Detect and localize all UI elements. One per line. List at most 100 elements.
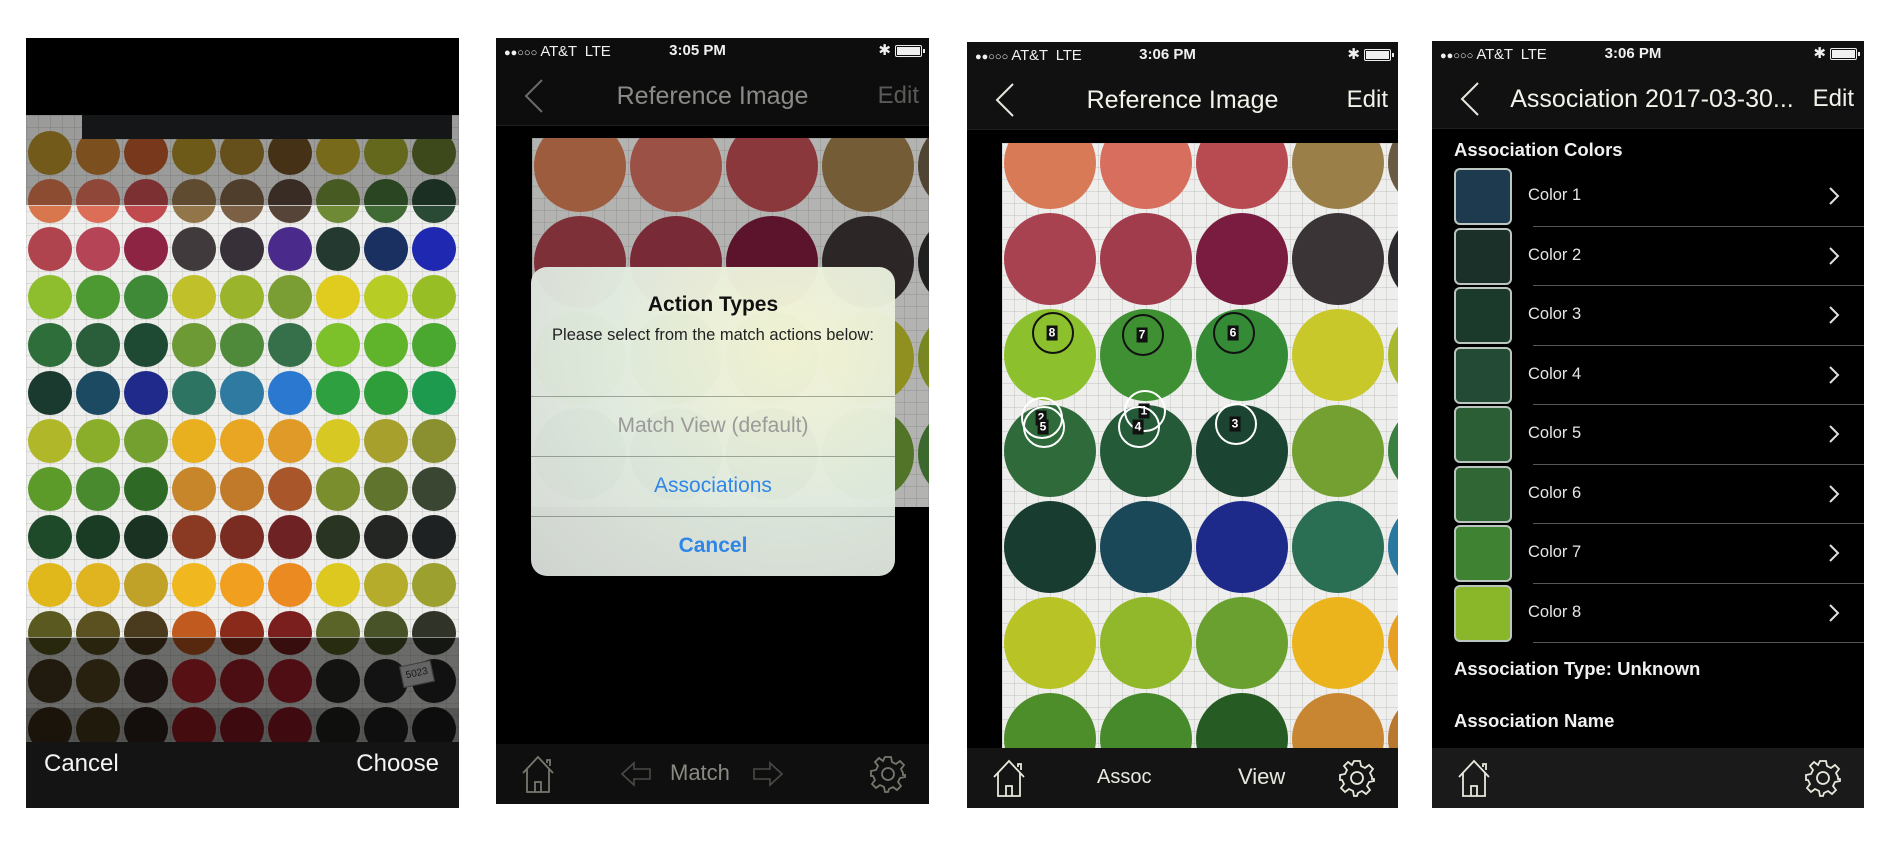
chevron-right-icon: [1829, 425, 1840, 443]
alert-cancel-button[interactable]: Cancel: [531, 516, 895, 576]
paint-swatch: [1004, 213, 1096, 305]
color-marker[interactable]: 8: [1032, 312, 1074, 354]
settings-gear-icon[interactable]: [1338, 759, 1376, 797]
next-arrow-icon[interactable]: [752, 761, 784, 787]
paint-swatch: [316, 563, 360, 607]
color-marker[interactable]: 6: [1213, 312, 1255, 354]
paint-swatch: [172, 227, 216, 271]
bottom-toolbar: Match: [496, 744, 929, 804]
color-row[interactable]: Color 1: [1432, 167, 1864, 227]
color-row[interactable]: Color 8: [1432, 584, 1864, 643]
color-marker[interactable]: 5: [1023, 406, 1065, 448]
paint-swatch: [124, 275, 168, 319]
marker-number: 4: [1132, 419, 1144, 435]
paint-swatch: [28, 227, 72, 271]
settings-gear-icon[interactable]: [869, 755, 907, 793]
color-row-label: Color 4: [1528, 364, 1582, 383]
match-label[interactable]: Match: [670, 760, 730, 786]
edit-button[interactable]: Edit: [1813, 85, 1854, 113]
color-marker[interactable]: 3: [1215, 403, 1257, 445]
paint-swatch: [1100, 213, 1192, 305]
paint-swatch: [28, 371, 72, 415]
paint-swatch: [220, 275, 264, 319]
choose-button[interactable]: Choose: [356, 750, 439, 778]
match-view-option[interactable]: Match View (default): [531, 396, 895, 456]
paint-swatch: [76, 275, 120, 319]
bluetooth-icon: ✱: [1347, 46, 1360, 63]
home-icon[interactable]: [991, 758, 1027, 798]
chevron-right-icon: [1829, 306, 1840, 324]
paint-swatch: [364, 563, 408, 607]
paint-swatch: [1100, 597, 1192, 689]
reference-photo[interactable]: [1002, 143, 1398, 749]
paint-swatch: [1388, 693, 1398, 749]
color-row[interactable]: Color 7: [1432, 524, 1864, 584]
paint-swatch: [172, 371, 216, 415]
paint-swatch: [172, 563, 216, 607]
paint-swatch: [268, 467, 312, 511]
edit-button[interactable]: Edit: [1347, 86, 1388, 114]
color-row-label: Color 5: [1528, 424, 1582, 442]
cancel-button[interactable]: Cancel: [44, 750, 119, 778]
chevron-right-icon: [1829, 365, 1840, 384]
settings-gear-icon[interactable]: [1804, 759, 1842, 797]
view-button[interactable]: View: [1238, 764, 1285, 790]
paint-swatch: [412, 371, 456, 415]
color-row[interactable]: Color 4: [1432, 346, 1864, 405]
color-row[interactable]: Color 2: [1432, 227, 1864, 286]
paint-swatch: [124, 563, 168, 607]
associations-option[interactable]: Associations: [531, 456, 895, 516]
paint-swatch: [316, 275, 360, 319]
action-types-alert: Action Types Please select from the matc…: [531, 267, 895, 576]
paint-swatch: [412, 419, 456, 463]
color-row[interactable]: Color 3: [1432, 286, 1864, 346]
paint-swatch: [220, 371, 264, 415]
paint-swatch: [268, 515, 312, 559]
paint-swatch: [124, 227, 168, 271]
paint-swatch: [316, 515, 360, 559]
color-row-label: Color 8: [1528, 602, 1582, 621]
color-swatch: [1454, 346, 1512, 404]
battery-icon: [1830, 48, 1860, 60]
paint-swatch: [364, 323, 408, 367]
color-swatch: [1454, 584, 1512, 642]
color-marker[interactable]: 4: [1118, 406, 1160, 448]
paint-swatch: [1196, 597, 1288, 689]
assoc-button[interactable]: Assoc: [1097, 766, 1151, 789]
paint-swatch: [316, 323, 360, 367]
bottom-toolbar: Assoc View: [967, 748, 1398, 808]
paint-swatch: [220, 563, 264, 607]
crop-mask-bottom-shade: [26, 708, 459, 742]
battery-icon: [895, 45, 925, 57]
color-row[interactable]: Color 5: [1432, 405, 1864, 465]
previous-arrow-icon[interactable]: [620, 761, 652, 787]
paint-swatch: [412, 563, 456, 607]
paint-swatch: [28, 515, 72, 559]
paint-swatch: [534, 138, 626, 212]
paint-swatch: [918, 408, 929, 500]
paint-swatch: [28, 275, 72, 319]
color-row-label: Color 3: [1528, 305, 1582, 323]
bluetooth-icon: ✱: [1813, 45, 1826, 62]
paint-swatch: [1196, 143, 1288, 209]
navigation-bar: Association 2017-03-30... Edit: [1432, 67, 1864, 129]
paint-swatch: [1388, 213, 1398, 305]
paint-swatch: [364, 467, 408, 511]
paint-swatch: [1004, 501, 1096, 593]
paint-swatch: [1292, 143, 1384, 209]
home-icon[interactable]: [1456, 758, 1492, 798]
paint-swatch: [412, 323, 456, 367]
nav-title: Reference Image: [616, 82, 809, 110]
association-colors-heading: Association Colors: [1454, 139, 1623, 160]
color-row-label: Color 1: [1528, 186, 1582, 204]
color-swatch: [1454, 168, 1512, 225]
paint-swatch: [268, 371, 312, 415]
home-icon[interactable]: [520, 754, 556, 794]
color-row[interactable]: Color 6: [1432, 465, 1864, 524]
paint-swatch: [1196, 501, 1288, 593]
edit-button[interactable]: Edit: [878, 82, 919, 110]
paint-swatch: [220, 467, 264, 511]
paint-swatch: [1388, 597, 1398, 689]
color-marker[interactable]: 7: [1122, 314, 1164, 356]
paint-swatch: [1004, 693, 1096, 749]
